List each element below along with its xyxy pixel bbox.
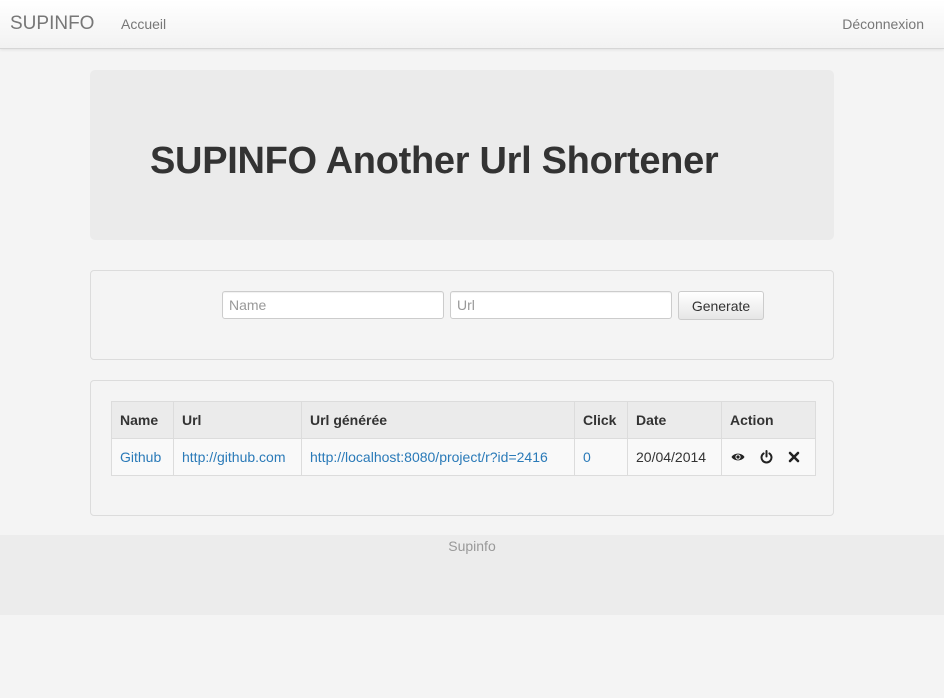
table-row: Github http://github.com http://localhos… xyxy=(111,438,816,476)
urls-table-panel: Name Url Url générée Click Date Action G… xyxy=(90,380,834,516)
click-cell: 0 xyxy=(574,438,628,476)
hero-banner: SUPINFO Another Url Shortener xyxy=(90,70,834,240)
urls-table: Name Url Url générée Click Date Action G… xyxy=(111,401,816,476)
page-footer: Supinfo xyxy=(0,535,944,615)
nav-home-link[interactable]: Accueil xyxy=(121,16,166,32)
date-cell: 20/04/2014 xyxy=(627,438,722,476)
brand-link[interactable]: SUPINFO xyxy=(10,13,94,35)
column-header-date: Date xyxy=(627,401,722,439)
name-link[interactable]: Github xyxy=(120,449,161,465)
table-header-row: Name Url Url générée Click Date Action xyxy=(111,401,816,439)
page-title: SUPINFO Another Url Shortener xyxy=(150,140,719,182)
url-input[interactable] xyxy=(450,291,672,319)
logout-link[interactable]: Déconnexion xyxy=(842,16,924,32)
name-input[interactable] xyxy=(222,291,444,319)
footer-text: Supinfo xyxy=(448,538,496,554)
generate-button[interactable]: Generate xyxy=(678,291,764,320)
generated-url-cell: http://localhost:8080/project/r?id=2416 xyxy=(301,438,575,476)
url-link[interactable]: http://github.com xyxy=(182,449,286,465)
power-icon[interactable] xyxy=(758,449,774,465)
eye-icon[interactable] xyxy=(730,449,746,465)
column-header-name: Name xyxy=(111,401,174,439)
url-cell: http://github.com xyxy=(173,438,302,476)
name-cell: Github xyxy=(111,438,174,476)
generated-url-link[interactable]: http://localhost:8080/project/r?id=2416 xyxy=(310,449,548,465)
column-header-url: Url xyxy=(173,401,302,439)
action-cell xyxy=(721,438,816,476)
click-count-link[interactable]: 0 xyxy=(583,449,591,465)
shorten-form-panel: Generate xyxy=(90,270,834,360)
column-header-action: Action xyxy=(721,401,816,439)
top-navbar: SUPINFO Accueil Déconnexion xyxy=(0,0,944,49)
column-header-click: Click xyxy=(574,401,628,439)
remove-icon[interactable] xyxy=(786,449,802,465)
column-header-generated-url: Url générée xyxy=(301,401,575,439)
